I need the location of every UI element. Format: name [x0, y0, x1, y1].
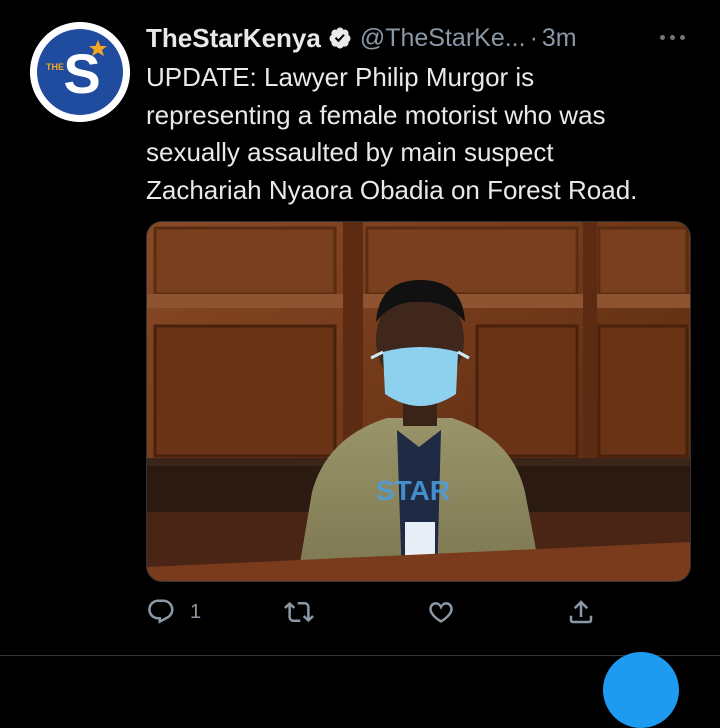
author-name[interactable]: TheStarKenya	[146, 23, 321, 54]
tweet-text-line: UPDATE: Lawyer Philip Murgor is	[146, 62, 535, 92]
heart-icon	[429, 602, 453, 623]
more-options-icon[interactable]	[652, 24, 692, 50]
reply-button[interactable]: 1	[146, 592, 201, 632]
avatar-small-lettering: THE	[46, 62, 64, 72]
tweet-photo[interactable]: STAR	[146, 221, 691, 582]
compose-button[interactable]	[603, 652, 679, 728]
author-handle[interactable]: @TheStarKe...	[360, 24, 526, 53]
watermark-lettering: STAR	[376, 475, 450, 506]
tweet-text-line: sexually assaulted by main suspect	[146, 137, 554, 167]
tweet-text-line: Zachariah Nyaora Obadia on Forest Road.	[146, 174, 638, 205]
tweet[interactable]: S THE TheStarKenya @TheStarKe... · 3m UP…	[0, 0, 720, 728]
share-icon	[569, 600, 593, 624]
reply-icon	[148, 599, 174, 624]
tweet-text: UPDATE: Lawyer Philip Murgor is represen…	[146, 59, 706, 209]
retweet-icon	[284, 601, 314, 623]
separator-dot: ·	[529, 23, 538, 52]
divider	[0, 655, 720, 656]
retweet-button[interactable]	[284, 592, 314, 632]
tweet-actions: 1	[146, 592, 616, 632]
tweet-header: TheStarKenya @TheStarKe... · 3m	[146, 20, 706, 56]
tweet-text-line: representing a female motorist who was	[146, 99, 606, 130]
share-button[interactable]	[566, 592, 596, 632]
like-button[interactable]	[426, 592, 456, 632]
reply-count: 1	[190, 600, 202, 623]
avatar[interactable]: S THE	[30, 22, 130, 122]
the-star-logo-icon: S THE	[30, 22, 130, 122]
timestamp[interactable]: 3m	[542, 24, 577, 53]
verified-badge-icon	[328, 26, 352, 50]
